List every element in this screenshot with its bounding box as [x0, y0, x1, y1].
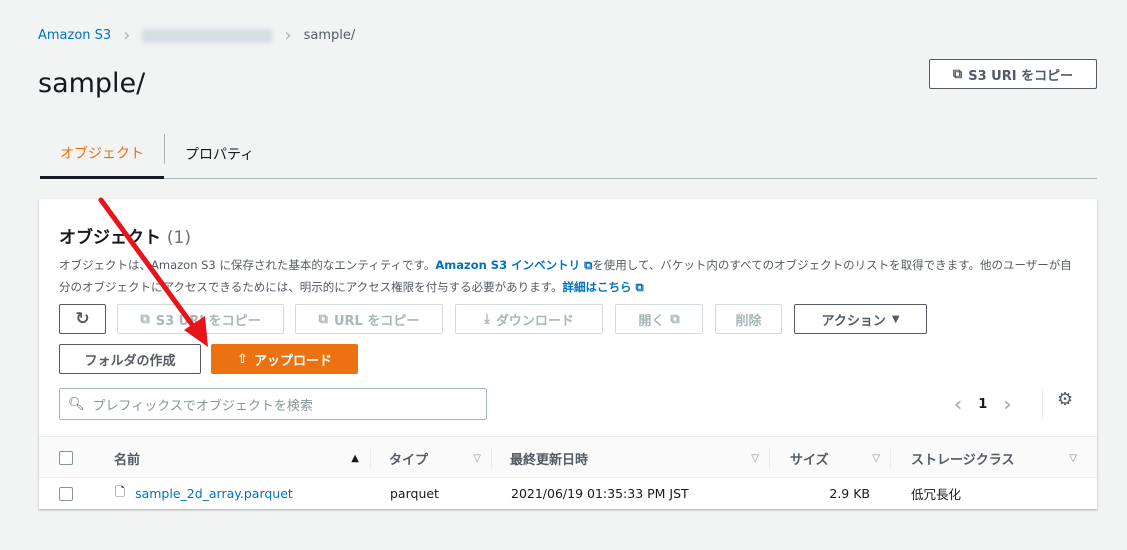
object-count: (1): [166, 228, 192, 248]
row-checkbox[interactable]: [59, 486, 73, 501]
chevron-right-icon: ›: [284, 25, 292, 46]
column-size[interactable]: サイズ ▽: [770, 437, 890, 479]
caret-down-icon: ▼: [891, 313, 900, 325]
cell-storage-class: 低冗長化: [911, 487, 962, 502]
chevron-right-icon: ›: [123, 25, 131, 46]
download-icon: ⤓: [484, 311, 490, 327]
copy-icon: ⧉: [952, 66, 963, 82]
next-page-icon[interactable]: ›: [1003, 392, 1011, 416]
prev-page-icon[interactable]: ‹: [954, 392, 962, 416]
external-link-icon: ⧉: [670, 311, 680, 327]
learn-more-link[interactable]: 詳細はこちら: [562, 280, 631, 294]
settings-gear-icon[interactable]: ⚙: [1057, 389, 1073, 410]
cell-size: 2.9 KB: [829, 486, 870, 501]
inventory-link[interactable]: Amazon S3 インベントリ: [435, 258, 580, 272]
copy-s3-uri-toolbar-button[interactable]: ⧉ S3 URI をコピー: [117, 304, 284, 334]
copy-s3-uri-button[interactable]: ⧉ S3 URI をコピー: [929, 59, 1097, 89]
file-icon: 🗋: [115, 484, 126, 499]
cell-type: parquet: [390, 486, 439, 501]
download-button[interactable]: ⤓ ダウンロード: [455, 304, 603, 334]
breadcrumb-amazon-s3[interactable]: Amazon S3: [38, 28, 111, 43]
search-input[interactable]: 🔍︎ プレフィックスでオブジェクトを検索: [59, 388, 487, 420]
breadcrumb: Amazon S3 › › sample/: [38, 25, 355, 46]
upload-button[interactable]: ⇧ アップロード: [211, 344, 358, 374]
page-title: sample/: [38, 68, 146, 99]
refresh-button[interactable]: ↻: [59, 304, 106, 334]
divider: [1042, 389, 1043, 419]
panel-title: オブジェクト (1): [59, 228, 192, 248]
column-type[interactable]: タイプ ▽: [371, 437, 491, 479]
sort-icon: ▽: [1069, 452, 1077, 464]
column-name[interactable]: 名前 ▲: [94, 437, 369, 479]
cell-modified: 2021/06/19 01:35:33 PM JST: [511, 486, 689, 501]
pagination: ‹ 1 ›: [954, 389, 1034, 419]
object-link[interactable]: sample_2d_array.parquet: [135, 486, 293, 501]
delete-button[interactable]: 削除: [715, 304, 782, 334]
objects-panel: オブジェクト (1) オブジェクトは、Amazon S3 に保存された基本的なエ…: [39, 199, 1097, 509]
column-storage-class[interactable]: ストレージクラス ▽: [891, 437, 1087, 479]
sort-icon: ▽: [872, 452, 880, 464]
search-icon: 🔍︎: [68, 396, 85, 412]
tab-objects[interactable]: オブジェクト: [40, 130, 164, 179]
tab-bar: オブジェクト プロパティ: [40, 130, 1097, 179]
column-modified[interactable]: 最終更新日時 ▽: [492, 437, 769, 479]
sort-icon: ▽: [751, 452, 759, 464]
table-row[interactable]: 🗋 sample_2d_array.parquet parquet 2021/06…: [39, 478, 1097, 509]
refresh-icon: ↻: [75, 309, 90, 329]
table-header: 名前 ▲ タイプ ▽ 最終更新日時 ▽ サイズ ▽ ストレージクラス ▽: [39, 436, 1097, 478]
actions-dropdown[interactable]: アクション ▼: [794, 304, 927, 334]
current-page[interactable]: 1: [978, 397, 987, 412]
select-all-checkbox[interactable]: [59, 451, 73, 465]
copy-icon: ⧉: [318, 311, 328, 327]
panel-description: オブジェクトは、Amazon S3 に保存された基本的なエンティティです。Ama…: [59, 258, 1072, 294]
open-button[interactable]: 開く ⧉: [615, 304, 703, 334]
tab-properties[interactable]: プロパティ: [165, 130, 274, 178]
copy-icon: ⧉: [140, 311, 150, 327]
sort-icon: ▽: [473, 452, 481, 464]
breadcrumb-current: sample/: [303, 28, 356, 43]
upload-icon: ⇧: [237, 351, 248, 367]
external-link-icon: ⧉: [580, 258, 593, 272]
breadcrumb-bucket-blurred[interactable]: [142, 28, 273, 43]
create-folder-button[interactable]: フォルダの作成: [59, 344, 201, 374]
external-link-icon: ⧉: [631, 280, 644, 294]
sort-asc-icon: ▲: [351, 452, 359, 464]
copy-url-button[interactable]: ⧉ URL をコピー: [295, 304, 443, 334]
